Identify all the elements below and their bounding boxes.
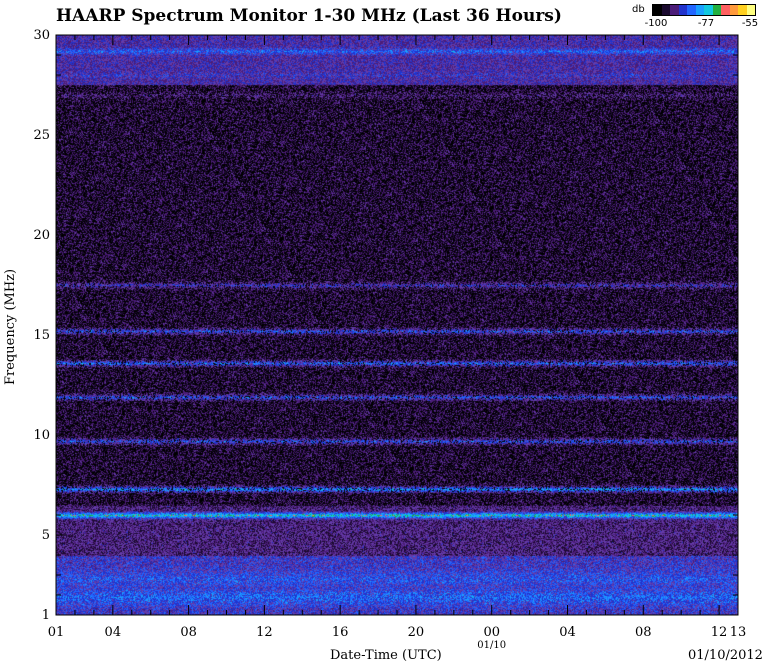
spectrogram-chart: 151015202530 01 04 08 12 16 20 00 04 08 12 1301/10 bbox=[33, 28, 747, 651]
date-stamp: 01/10/2012 bbox=[688, 648, 762, 663]
y-tick-label: 25 bbox=[33, 128, 50, 143]
y-tick-label: 1 bbox=[42, 608, 50, 623]
x-tick-label: 16 bbox=[332, 625, 349, 640]
x-tick-label: 04 bbox=[559, 625, 576, 640]
x-tick-label: 12 bbox=[256, 625, 273, 640]
x-date-sublabel: 01/10 bbox=[477, 640, 506, 651]
y-tick-label: 20 bbox=[33, 228, 50, 243]
y-tick-label: 15 bbox=[33, 328, 50, 343]
x-axis-label: Date-Time (UTC) bbox=[330, 648, 442, 663]
spectrogram-heatmap bbox=[56, 35, 738, 615]
x-tick-label: 00 bbox=[483, 625, 500, 640]
x-tick-label: 08 bbox=[635, 625, 652, 640]
x-tick-label: 20 bbox=[408, 625, 425, 640]
y-tick-label: 5 bbox=[42, 528, 50, 543]
x-tick-label: 13 bbox=[730, 625, 747, 640]
x-tick-label: 01 bbox=[48, 625, 65, 640]
y-axis-label: Frequency (MHz) bbox=[3, 268, 18, 385]
y-tick-label: 30 bbox=[33, 28, 50, 43]
y-tick-label: 10 bbox=[33, 428, 50, 443]
x-tick-label: 12 bbox=[711, 625, 728, 640]
heatmap-image bbox=[56, 35, 738, 615]
x-tick-label: 08 bbox=[180, 625, 197, 640]
x-tick-label: 04 bbox=[105, 625, 122, 640]
spectrum-monitor-page: HAARP Spectrum Monitor 1-30 MHz (Last 36… bbox=[0, 0, 762, 665]
